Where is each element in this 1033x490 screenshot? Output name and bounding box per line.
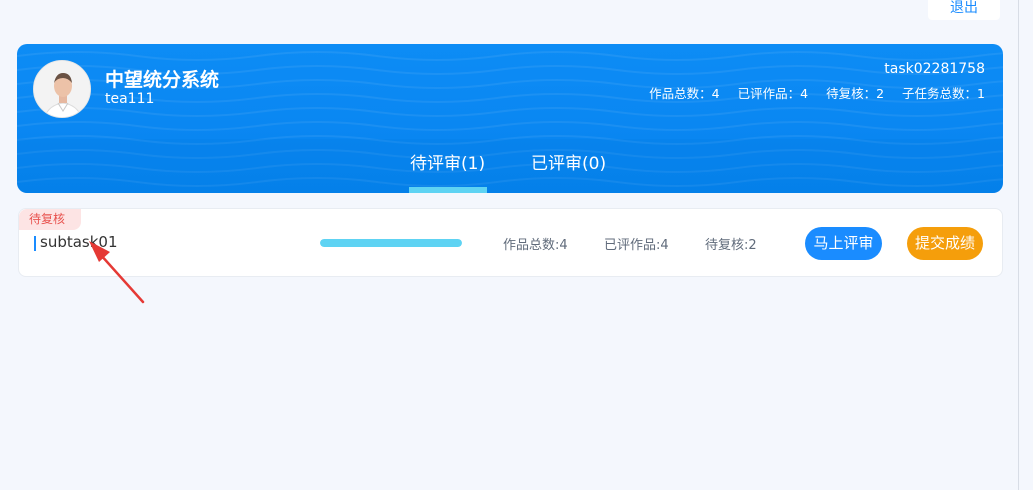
system-title: 中望统分系统	[105, 69, 220, 91]
task-stats: 作品总数：4 已评作品：4 待复核：2 子任务总数：1	[649, 83, 985, 102]
submit-scores-button[interactable]: 提交成绩	[907, 227, 983, 260]
review-progress-fill	[320, 239, 462, 247]
logout-button[interactable]: 退出	[928, 0, 1000, 20]
stat-pending-recheck: 待复核：2	[826, 86, 885, 101]
subtask-card: 待复核 subtask01 作品总数:4 已评作品:4 待复核:2 马上评审 提…	[18, 208, 1003, 277]
username: tea111	[105, 91, 155, 107]
subtask-stat-reviewed: 已评作品:4	[604, 238, 669, 253]
active-tab-indicator	[409, 187, 487, 193]
task-id: task02281758	[884, 61, 985, 77]
page: 退出 中望统分系统 tea111 task02281758 作品总数：4 已评作…	[0, 0, 1033, 490]
subtask-name: subtask01	[40, 233, 118, 251]
tab-reviewed[interactable]: 已评审(0)	[531, 149, 606, 174]
stat-reviewed-works: 已评作品：4	[737, 86, 809, 101]
review-progress-bar	[320, 239, 462, 247]
subtask-marker	[34, 236, 36, 251]
status-badge: 待复核	[19, 209, 81, 230]
subtask-stat-total: 作品总数:4	[503, 238, 568, 253]
stat-total-works: 作品总数：4	[649, 86, 720, 101]
user-avatar[interactable]	[33, 60, 91, 118]
review-tabs: 待评审(1) 已评审(0)	[17, 139, 1003, 193]
tab-pending-review[interactable]: 待评审(1)	[410, 149, 485, 174]
review-now-button[interactable]: 马上评审	[805, 227, 882, 260]
scrollbar-track[interactable]	[1018, 0, 1033, 490]
subtask-stat-pending: 待复核:2	[705, 238, 757, 253]
avatar-portrait-icon	[34, 61, 90, 117]
stat-subtask-count: 子任务总数：1	[902, 86, 985, 101]
task-header-banner: 中望统分系统 tea111 task02281758 作品总数：4 已评作品：4…	[17, 44, 1003, 193]
